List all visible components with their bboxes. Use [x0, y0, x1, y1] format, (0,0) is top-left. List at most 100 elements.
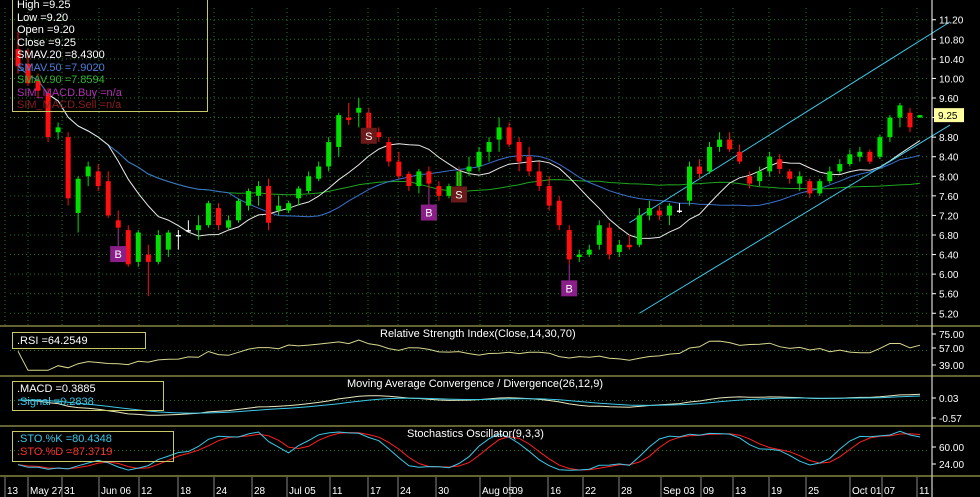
date-tick-label: 11: [919, 486, 930, 497]
indicator-tick-label: 75.00: [939, 330, 964, 341]
candle-body: [135, 232, 141, 262]
candle-body: [346, 117, 352, 121]
info-high: High =9.25: [17, 0, 71, 11]
candle-body: [566, 230, 572, 260]
candle-body: [707, 146, 713, 172]
candle-body: [847, 154, 853, 165]
date-tick-label: Oct 01: [852, 486, 882, 497]
price-tick-label: 6.80: [939, 231, 959, 242]
date-tick-label: 13: [7, 486, 19, 497]
candle-body: [256, 186, 262, 196]
indicator-tick-label: 0.03: [939, 394, 959, 405]
candle-body: [65, 137, 71, 199]
candle-body: [887, 117, 893, 138]
sell-signal-label: S: [455, 190, 462, 202]
indicator-tick-label: 39.00: [939, 361, 964, 372]
date-tick-label: 28: [254, 486, 266, 497]
candle-body: [246, 190, 252, 206]
indicator-tick-label: 60.00: [939, 443, 964, 454]
candle-body: [757, 171, 763, 182]
candle-body: [266, 186, 272, 223]
price-tick-label: 7.60: [939, 192, 959, 203]
sell-signal-label: S: [365, 131, 372, 143]
candle-body: [656, 210, 662, 216]
price-tick-label: 9.60: [939, 94, 959, 105]
date-tick-label: 12: [141, 486, 153, 497]
candle-body: [496, 127, 502, 140]
date-tick-label: Jun 06: [101, 486, 131, 497]
candle-body: [416, 171, 422, 187]
candle-body: [777, 159, 783, 169]
candle-body: [316, 166, 322, 179]
price-tick-label: 8.00: [939, 172, 959, 183]
macd-value: .MACD =0.3885: [17, 383, 96, 395]
candle-body: [386, 142, 392, 162]
price-tick-label: 6.00: [939, 270, 959, 281]
candle-body: [486, 142, 492, 152]
candle-body: [235, 200, 241, 221]
buy-signal-label: B: [566, 283, 573, 295]
price-tick-label: 10.00: [939, 74, 964, 85]
date-tick-label: 24: [400, 486, 412, 497]
candle-body: [95, 171, 101, 187]
candle-body: [546, 186, 552, 206]
candle-body: [767, 156, 773, 172]
price-tick-label: 10.80: [939, 35, 964, 46]
candle-body: [205, 203, 211, 226]
candle-body: [727, 139, 733, 150]
info-close: Close =9.25: [17, 36, 77, 49]
info-smav50: SMAV.50 =7.9020: [17, 61, 105, 74]
price-tick-label: 6.40: [939, 251, 959, 262]
candle-body: [105, 181, 111, 216]
candle-body: [536, 171, 542, 187]
price-info-box: High =9.25 Low =9.20 Open =9.20 Close =9…: [12, 0, 208, 112]
candle-body: [286, 203, 292, 211]
candle-body: [75, 178, 81, 213]
candle-body: [676, 210, 682, 213]
candle-body: [145, 254, 151, 262]
date-tick-label: 24: [216, 486, 228, 497]
date-tick-label: May 27: [30, 486, 63, 497]
candle-body: [306, 176, 312, 191]
sma20-path: [47, 93, 921, 239]
price-tick-label: 5.20: [939, 309, 959, 320]
info-smav20: SMAV.20 =8.4300: [17, 49, 105, 61]
date-tick-label: 28: [621, 486, 633, 497]
candle-body: [426, 171, 432, 184]
candle-body: [857, 151, 863, 157]
candle-body: [506, 127, 512, 145]
sma20-line: [47, 93, 921, 239]
candle-body: [376, 132, 382, 138]
candle-body: [747, 176, 753, 184]
date-tick-label: 31: [64, 486, 76, 497]
date-tick-label: 25: [808, 486, 820, 497]
date-tick-label: 13: [735, 486, 747, 497]
buy-signal-label: B: [115, 249, 122, 261]
info-macd-buy: SIM_MACD.Buy =n/a: [17, 86, 122, 99]
candle-body: [85, 166, 91, 177]
candle-body: [296, 188, 302, 199]
rsi-line: [17, 339, 921, 371]
candle-body: [666, 205, 672, 216]
candle-body: [807, 181, 813, 194]
candle-body: [215, 208, 221, 226]
candle-body: [446, 186, 452, 196]
date-tick-label: Jul 05: [289, 486, 316, 497]
stoch-title: Stochastics Oscillator(9,3,3): [407, 428, 544, 440]
candle-body: [596, 225, 602, 245]
candle-body: [646, 208, 652, 216]
candle-body: [526, 156, 532, 172]
candle-body: [797, 176, 803, 184]
price-tick-label: 8.40: [939, 153, 959, 164]
stoch-k-value: .STO.%K =80.4348: [17, 433, 112, 445]
candle-body: [576, 254, 582, 258]
candle-body: [837, 164, 843, 172]
candle-body: [115, 220, 121, 228]
candle-body: [225, 220, 231, 228]
trendline: [629, 21, 951, 224]
current-price-label: 9.25: [938, 111, 958, 122]
candle-body: [827, 171, 833, 182]
price-tick-label: 8.80: [939, 133, 959, 144]
indicator-tick-label: 57.00: [939, 344, 964, 355]
stoch-d-value: .STO.%D =87.3719: [17, 445, 113, 458]
